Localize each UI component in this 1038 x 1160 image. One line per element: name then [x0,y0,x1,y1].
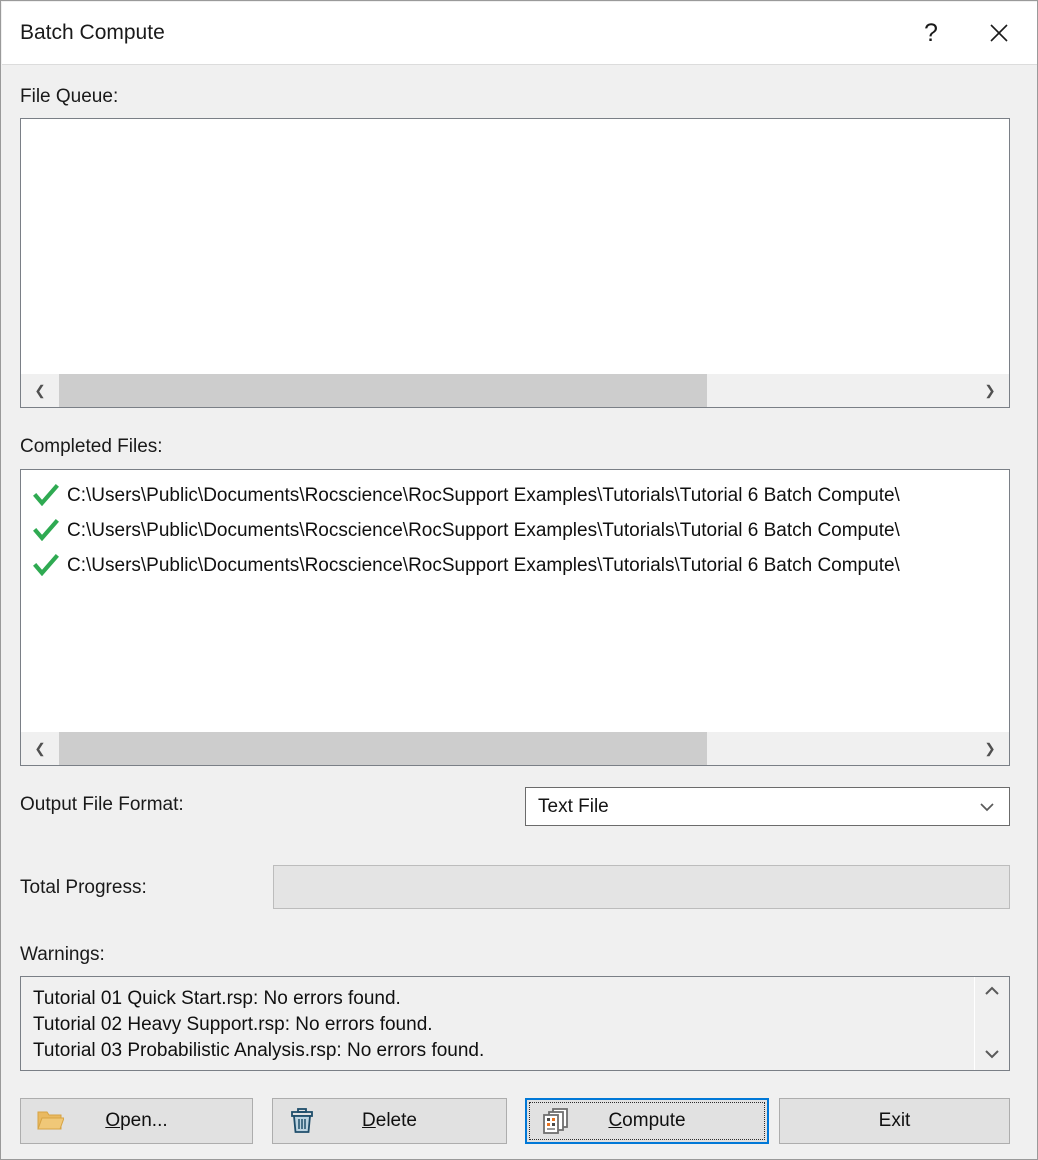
chevron-down-icon [965,800,1009,814]
delete-button[interactable]: Delete [272,1098,507,1144]
completed-files-scroll-left-button[interactable]: ❮ [21,732,59,765]
batch-compute-dialog: Batch Compute ? File Queue: ❮ ❯ Complete… [0,0,1038,1160]
completed-file-row[interactable]: C:\Users\Public\Documents\Rocscience\Roc… [21,548,1009,583]
output-format-value: Text File [538,795,609,817]
chevron-down-icon [983,1048,1001,1063]
file-queue-items [21,119,1009,374]
compute-button-label: Compute [608,1110,686,1131]
warnings-label: Warnings: [20,944,105,965]
warnings-vscrollbar[interactable] [974,977,1009,1070]
exit-button-label: Exit [878,1110,911,1131]
chevron-right-icon: ❯ [984,382,996,398]
green-checkmark-icon [33,518,61,543]
trash-can-icon [287,1106,317,1136]
file-queue-label: File Queue: [20,86,119,107]
total-progress-label: Total Progress: [20,877,147,898]
batch-documents-icon [541,1106,571,1136]
close-button[interactable] [970,2,1028,64]
close-icon [970,22,1028,44]
chevron-left-icon: ❮ [34,382,46,398]
warning-message: Tutorial 02 Heavy Support.rsp: No errors… [33,1014,433,1035]
compute-button[interactable]: Compute [525,1098,769,1144]
file-queue-hscrollbar[interactable]: ❮ ❯ [21,373,1009,407]
exit-button[interactable]: Exit [779,1098,1010,1144]
title-bar: Batch Compute ? [2,2,1037,65]
file-queue-listbox[interactable]: ❮ ❯ [20,118,1010,408]
completed-files-scroll-right-button[interactable]: ❯ [971,732,1009,765]
completed-file-path: C:\Users\Public\Documents\Rocscience\Roc… [67,484,900,506]
open-button[interactable]: Open... [20,1098,253,1144]
chevron-right-icon: ❯ [984,740,996,756]
warnings-box[interactable]: Tutorial 01 Quick Start.rsp: No errors f… [20,976,1010,1071]
output-format-label: Output File Format: [20,794,184,815]
completed-file-path: C:\Users\Public\Documents\Rocscience\Roc… [67,519,900,541]
folder-open-icon [35,1106,65,1136]
file-queue-scroll-track[interactable] [59,374,971,407]
warnings-scroll-up-button[interactable] [975,977,1009,1007]
completed-file-path: C:\Users\Public\Documents\Rocscience\Roc… [67,554,900,576]
completed-file-row[interactable]: C:\Users\Public\Documents\Rocscience\Roc… [21,478,1009,513]
delete-button-label: Delete [362,1110,417,1131]
completed-files-items: C:\Users\Public\Documents\Rocscience\Roc… [21,470,1009,732]
file-queue-scroll-left-button[interactable]: ❮ [21,374,59,407]
completed-files-label: Completed Files: [20,436,163,457]
question-mark-icon: ? [924,18,938,47]
completed-files-listbox[interactable]: C:\Users\Public\Documents\Rocscience\Roc… [20,469,1010,766]
warning-message: Tutorial 01 Quick Start.rsp: No errors f… [33,988,401,1009]
completed-files-scroll-track[interactable] [59,732,971,765]
chevron-up-icon [983,985,1001,1000]
green-checkmark-icon [33,553,61,578]
green-checkmark-icon [33,483,61,508]
file-queue-scroll-right-button[interactable]: ❯ [971,374,1009,407]
help-button[interactable]: ? [902,2,960,64]
completed-file-row[interactable]: C:\Users\Public\Documents\Rocscience\Roc… [21,513,1009,548]
total-progress-bar [273,865,1010,909]
warnings-messages: Tutorial 01 Quick Start.rsp: No errors f… [21,977,974,1070]
chevron-left-icon: ❮ [34,740,46,756]
warning-message: Tutorial 03 Probabilistic Analysis.rsp: … [33,1040,485,1061]
completed-files-scroll-thumb[interactable] [59,732,707,765]
file-queue-scroll-thumb[interactable] [59,374,707,407]
output-format-combobox[interactable]: Text File [525,787,1010,826]
open-button-label: Open... [105,1110,168,1131]
completed-files-hscrollbar[interactable]: ❮ ❯ [21,731,1009,765]
warnings-scroll-down-button[interactable] [975,1040,1009,1070]
window-title: Batch Compute [20,21,165,44]
